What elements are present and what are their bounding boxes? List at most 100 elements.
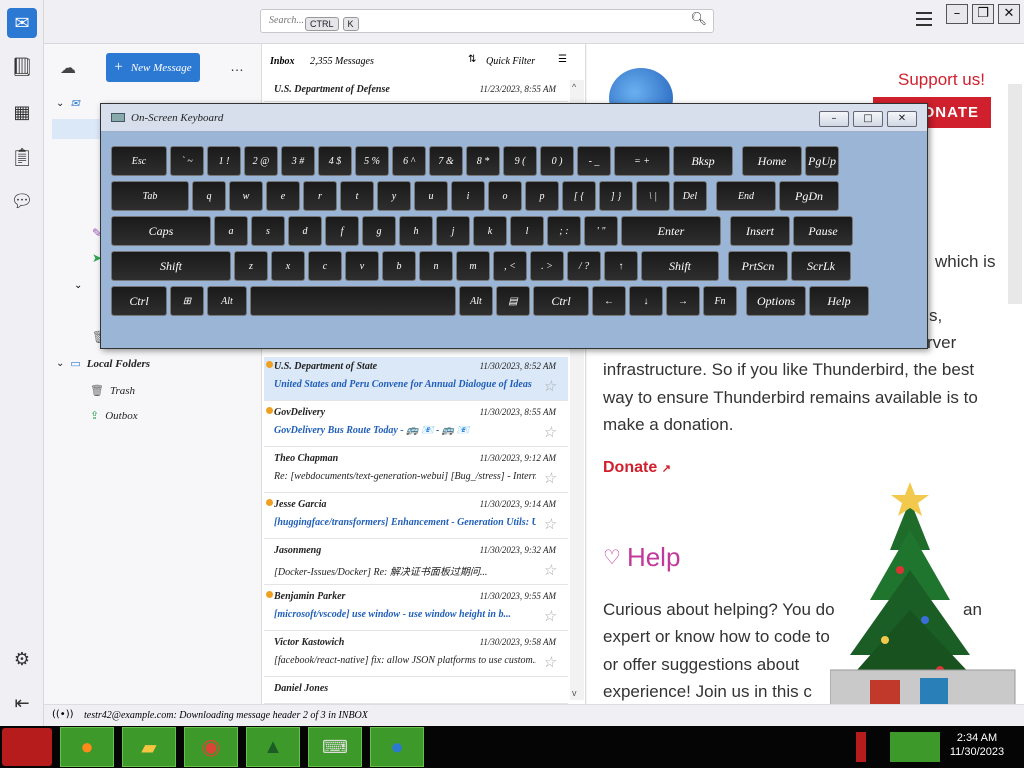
osk-key-prtscn[interactable]: PrtScn [728,251,788,281]
content-scrollbar[interactable] [1008,84,1022,304]
osk-key-symbol-8[interactable]: ↓ [629,286,663,316]
osk-key-i[interactable]: i [451,181,485,211]
chevron-down-icon[interactable]: ⌄ [74,280,82,291]
star-icon[interactable]: ☆ [543,607,556,626]
osk-key-2[interactable]: 2 @ [244,146,278,176]
osk-key-pgup[interactable]: PgUp [805,146,839,176]
osk-key-symbol-13[interactable]: \ | [636,181,670,211]
osk-key-symbol-8[interactable]: , < [493,251,527,281]
window-minimize-button[interactable]: – [946,4,968,24]
osk-key-1[interactable]: 1 ! [207,146,241,176]
osk-key-options[interactable]: Options [746,286,806,316]
osk-key-m[interactable]: m [456,251,490,281]
osk-key-tab[interactable]: Tab [111,181,189,211]
osk-key-enter[interactable]: Enter [621,216,721,246]
star-icon[interactable]: ☆ [543,515,556,534]
tasks-icon[interactable]: 📋︎ [7,142,37,172]
message-row[interactable]: Jesse Garcia 11/30/2023, 9:14 AM [huggingf… [264,495,568,539]
osk-key-ctrl[interactable]: Ctrl [111,286,167,316]
osk-key-0[interactable]: 0 ) [540,146,574,176]
hamburger-icon[interactable] [916,12,932,26]
outbox-folder-row[interactable]: ⇪ Outbox [90,409,138,423]
osk-key-symbol-11[interactable]: ↑ [604,251,638,281]
osk-key-symbol-13[interactable]: = + [614,146,670,176]
display-options-icon[interactable]: ☰ [558,54,567,65]
osk-key-end[interactable]: End [716,181,776,211]
osk-key-q[interactable]: q [192,181,226,211]
osk-key-shift[interactable]: Shift [111,251,231,281]
osk-key-bksp[interactable]: Bksp [673,146,733,176]
chrome-taskbar-button[interactable]: ◉ [184,727,238,767]
tray-indicator[interactable] [856,732,866,762]
osk-key-8[interactable]: 8 * [466,146,500,176]
chat-icon[interactable]: 💬︎ [7,186,37,216]
osk-key-y[interactable]: y [377,181,411,211]
osk-key-pgdn[interactable]: PgDn [779,181,839,211]
osk-key-s[interactable]: s [251,216,285,246]
window-maximize-button[interactable]: ❐ [972,4,994,24]
scroll-down-icon[interactable]: v [572,688,577,698]
system-tray-icons[interactable] [890,732,940,762]
osk-key-symbol-9[interactable]: → [666,286,700,316]
osk-key-symbol-12[interactable]: - _ [577,146,611,176]
message-row[interactable]: Benjamin Parker 11/30/2023, 9:55 AM [micro… [264,587,568,631]
trash-folder-row[interactable]: 🗑︎ Trash [90,384,135,398]
folder-pane-more-button[interactable]: … [230,58,244,74]
local-folders-row[interactable]: ⌄ ▭ Local Folders [56,357,150,371]
message-row[interactable]: U.S. Department of State 11/30/2023, 8:52… [264,357,568,401]
osk-key-g[interactable]: g [362,216,396,246]
osk-key-k[interactable]: k [473,216,507,246]
collapse-sidebar-icon[interactable]: ⇤ [7,688,37,718]
osk-key-j[interactable]: j [436,216,470,246]
osk-key-symbol-11[interactable]: ' " [584,216,618,246]
scroll-up-icon[interactable]: ^ [572,82,576,92]
message-row[interactable]: Victor Kastowich 11/30/2023, 9:58 AM [face… [264,633,568,677]
osk-key-b[interactable]: b [382,251,416,281]
osk-key-9[interactable]: 9 ( [503,146,537,176]
message-row[interactable]: U.S. Department of Defense 11/23/2023, 8:… [264,80,568,102]
osk-key-scrlk[interactable]: ScrLk [791,251,851,281]
donate-link[interactable]: Donate ↗ [603,459,671,477]
star-icon[interactable]: ☆ [543,653,556,672]
osk-key-symbol-5[interactable]: ▤ [496,286,530,316]
thunderbird-taskbar-button[interactable]: ● [370,727,424,767]
osk-key-home[interactable]: Home [742,146,802,176]
osk-key-symbol-1[interactable]: ` ~ [170,146,204,176]
osk-key-3[interactable]: 3 # [281,146,315,176]
osk-close-button[interactable]: ✕ [887,111,917,127]
mail-icon[interactable]: ✉ [7,8,37,38]
osk-key-o[interactable]: o [488,181,522,211]
settings-gear-icon[interactable]: ⚙ [7,644,37,674]
osk-key-caps[interactable]: Caps [111,216,211,246]
address-book-icon[interactable]: 📕︎ [7,52,37,82]
osk-key-a[interactable]: a [214,216,248,246]
file-explorer-taskbar-button[interactable]: ▰ [122,727,176,767]
osk-key-insert[interactable]: Insert [730,216,790,246]
osk-key-alt[interactable]: Alt [459,286,493,316]
message-row[interactable]: Daniel Jones [264,679,568,704]
osk-key-x[interactable]: x [271,251,305,281]
osk-key-symbol-10[interactable]: ; : [547,216,581,246]
taskbar-clock[interactable]: 2:34 AM 11/30/2023 [942,731,1012,759]
message-row[interactable]: GovDelivery 11/30/2023, 8:55 AM GovDeliver… [264,403,568,447]
get-messages-cloud-icon[interactable]: ☁ [60,58,76,77]
osk-key-5[interactable]: 5 % [355,146,389,176]
osk-key-symbol-10[interactable]: / ? [567,251,601,281]
online-status-icon[interactable]: ((•)) [52,709,74,720]
osk-key-z[interactable]: z [234,251,268,281]
firefox-taskbar-button[interactable]: ● [60,727,114,767]
star-icon[interactable]: ☆ [543,469,556,488]
osk-key-f[interactable]: f [325,216,359,246]
osk-key-esc[interactable]: Esc [111,146,167,176]
osk-taskbar-button[interactable]: ⌨ [308,727,362,767]
inbox-folder-row[interactable] [52,119,100,139]
calendar-icon[interactable]: ▦ [7,97,37,127]
account-row[interactable]: ⌄ ✉ [56,97,80,110]
osk-key-symbol-1[interactable]: ⊞ [170,286,204,316]
start-button[interactable] [2,728,52,766]
osk-key-fn[interactable]: Fn [703,286,737,316]
osk-key-space[interactable] [250,286,456,316]
star-icon[interactable]: ☆ [543,423,556,442]
osk-key-alt[interactable]: Alt [207,286,247,316]
window-close-button[interactable]: ✕ [998,4,1020,24]
